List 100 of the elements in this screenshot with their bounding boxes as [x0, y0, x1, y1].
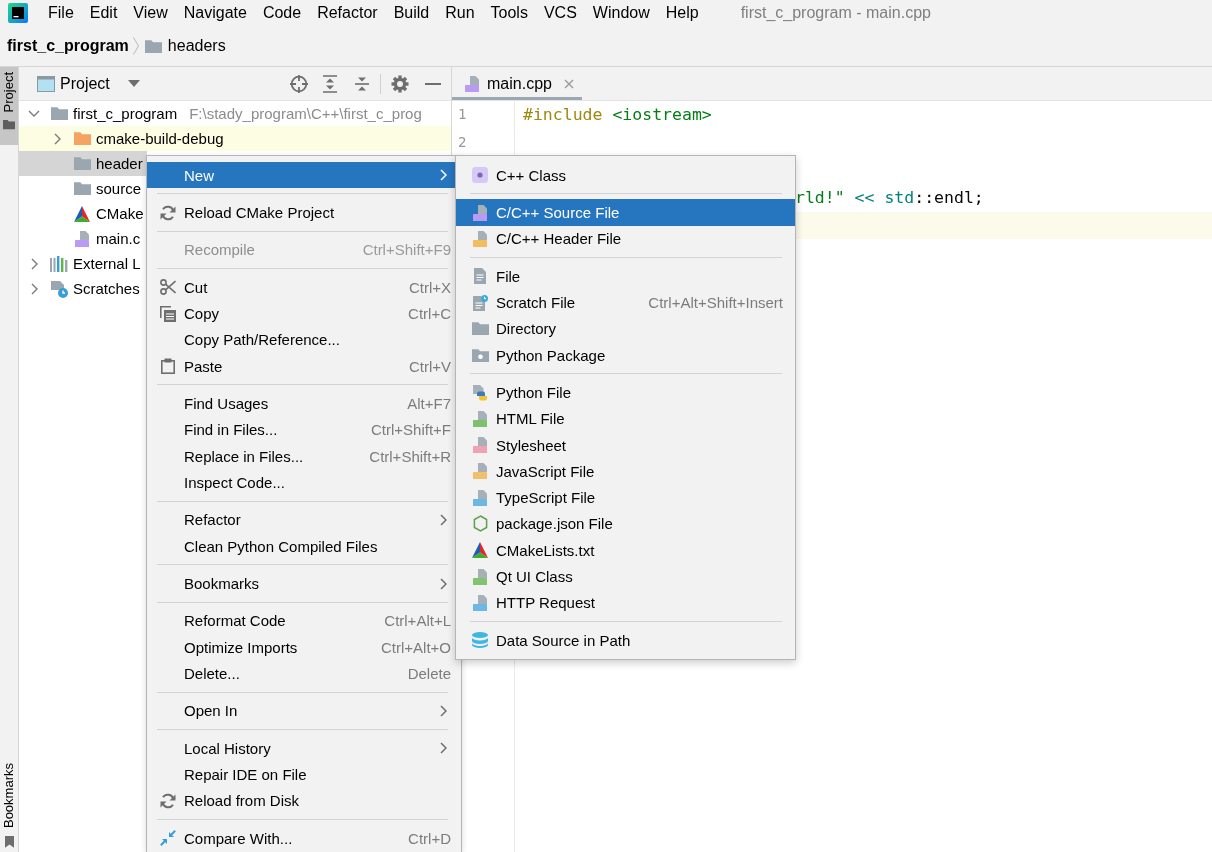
- shortcut-text: Ctrl+Shift+F: [370, 421, 451, 439]
- menu-item[interactable]: Local History: [147, 735, 461, 762]
- menu-item[interactable]: Data Source in Path: [456, 627, 795, 654]
- chevron-right-icon[interactable]: [30, 257, 38, 270]
- scissors-icon: [160, 279, 176, 296]
- chevron-right-icon[interactable]: [53, 132, 61, 145]
- copy-icon: [160, 305, 176, 322]
- menu-item[interactable]: HTTP Request: [456, 589, 795, 617]
- folder-icon: [50, 107, 68, 120]
- compare-arrows-icon: [160, 830, 176, 847]
- tree-item[interactable]: source: [19, 176, 146, 201]
- menu-item[interactable]: C/C++ Header File: [456, 225, 795, 252]
- view-selector[interactable]: Project: [37, 70, 140, 97]
- tree-item[interactable]: Scratches: [19, 276, 144, 301]
- code-line: #include <iostream>: [523, 104, 712, 126]
- menu-item[interactable]: Reload from Disk: [147, 787, 461, 815]
- square-badge-icon: [472, 167, 488, 184]
- shortcut-text: Delete: [407, 665, 451, 683]
- file-type-icon: [465, 75, 479, 92]
- bookmark-icon: [4, 836, 14, 848]
- shortcut-text: Ctrl+Alt+Shift+Insert: [648, 294, 783, 311]
- tool-window-tab[interactable]: Bookmarks: [0, 758, 18, 852]
- tree-item[interactable]: External L: [19, 251, 145, 276]
- file-icon: [474, 268, 486, 285]
- line-number: 2: [458, 133, 467, 150]
- menu-bar-item[interactable]: VCS: [535, 1, 585, 25]
- file-type-icon: [473, 463, 487, 480]
- window-icon: [37, 75, 55, 92]
- menu-item[interactable]: CMakeLists.txt: [456, 537, 795, 564]
- menu-bar-item[interactable]: Navigate: [175, 1, 255, 25]
- menu-bar-item[interactable]: Build: [385, 1, 438, 25]
- file-type-icon: [473, 230, 487, 247]
- menu-item[interactable]: Open In: [147, 697, 461, 725]
- menu-bar-item[interactable]: Run: [437, 1, 483, 25]
- shortcut-text: Ctrl+X: [408, 278, 451, 296]
- tool-window-tab[interactable]: Project: [0, 67, 18, 145]
- file-type-icon: [473, 204, 487, 221]
- menu-item[interactable]: Scratch File Ctrl+Alt+Shift+Insert: [456, 289, 795, 316]
- triangle-icon: [472, 542, 488, 559]
- menu-item[interactable]: JavaScript File: [456, 458, 795, 485]
- line-number: 1: [458, 106, 467, 122]
- triangle-icon: [74, 205, 90, 222]
- menu-item[interactable]: Qt UI Class: [456, 563, 795, 590]
- minimize-icon[interactable]: [425, 82, 441, 85]
- file-type-icon: [473, 594, 487, 611]
- expand-all-icon[interactable]: [322, 74, 338, 93]
- menu-item[interactable]: TypeScript File: [456, 484, 795, 511]
- tree-item[interactable]: first_c_program F:\stady_program\C++\first_c_prog: [19, 101, 426, 126]
- menu-item[interactable]: Repair IDE on File: [147, 761, 461, 788]
- tree-item[interactable]: header: [19, 151, 147, 176]
- shortcut-text: Ctrl+Shift+F9: [362, 241, 451, 259]
- menu-bar-item[interactable]: Edit: [81, 1, 126, 25]
- menu-item[interactable]: Delete... Delete: [147, 660, 461, 687]
- shortcut-text: Ctrl+Alt+O: [380, 638, 451, 656]
- menu-bar-item[interactable]: Help: [657, 1, 707, 25]
- menu-bar-item[interactable]: File: [40, 1, 82, 25]
- tree-item[interactable]: cmake-build-debug: [19, 126, 451, 151]
- folder-icon: [471, 322, 489, 336]
- menu-item[interactable]: Python File: [456, 379, 795, 406]
- clipboard-icon: [160, 358, 176, 375]
- shortcut-text: Ctrl+D: [408, 829, 451, 847]
- menu-item[interactable]: File: [456, 263, 795, 290]
- folder-icon: [73, 132, 91, 145]
- menu-item[interactable]: C/C++ Source File: [456, 199, 795, 226]
- settings-icon[interactable]: [391, 74, 409, 93]
- breadcrumb-item[interactable]: first_c_program: [7, 32, 129, 60]
- window-title: first_c_program - main.cpp: [740, 4, 931, 22]
- breadcrumb-item[interactable]: headers: [144, 32, 226, 60]
- menu-item[interactable]: package.json File: [456, 510, 795, 538]
- database-icon: [472, 632, 488, 649]
- menu-bar-item[interactable]: View: [125, 1, 176, 25]
- menu-bar-item[interactable]: Window: [584, 1, 658, 25]
- breadcrumb-separator-icon: [132, 37, 139, 55]
- file-type-icon: [473, 384, 487, 401]
- chevron-down-icon[interactable]: [28, 110, 40, 117]
- editor-tab[interactable]: main.cpp: [452, 67, 582, 100]
- menu-item[interactable]: Stylesheet: [456, 431, 795, 459]
- file-type-icon: [75, 230, 89, 247]
- menu-item[interactable]: HTML File: [456, 405, 795, 432]
- tree-item[interactable]: main.c: [19, 226, 145, 251]
- caret-down-icon: [127, 80, 140, 87]
- reload-icon: [160, 204, 176, 221]
- code-line: rld!" << std::endl;: [795, 187, 984, 210]
- hexagon-icon: [472, 515, 488, 533]
- library-icon: [50, 255, 68, 272]
- project-path: F:\stady_program\C++\first_c_prog: [189, 105, 422, 122]
- menu-item[interactable]: Python Package: [456, 341, 795, 369]
- folder-icon: [73, 182, 91, 195]
- shortcut-text: Ctrl+C: [408, 305, 451, 323]
- menu-item[interactable]: Directory: [456, 315, 795, 342]
- menu-bar-item[interactable]: Code: [254, 1, 310, 25]
- menu-bar-item[interactable]: Refactor: [309, 1, 386, 25]
- file-clock-icon: [472, 294, 488, 311]
- chevron-right-icon[interactable]: [30, 282, 38, 295]
- crosshair-icon[interactable]: [290, 74, 308, 93]
- menu-bar-item[interactable]: Tools: [482, 1, 536, 25]
- close-icon[interactable]: [563, 78, 574, 89]
- tree-item[interactable]: CMake: [19, 201, 148, 226]
- file-type-icon: [473, 437, 487, 454]
- menu-item[interactable]: Compare With... Ctrl+D: [147, 825, 461, 852]
